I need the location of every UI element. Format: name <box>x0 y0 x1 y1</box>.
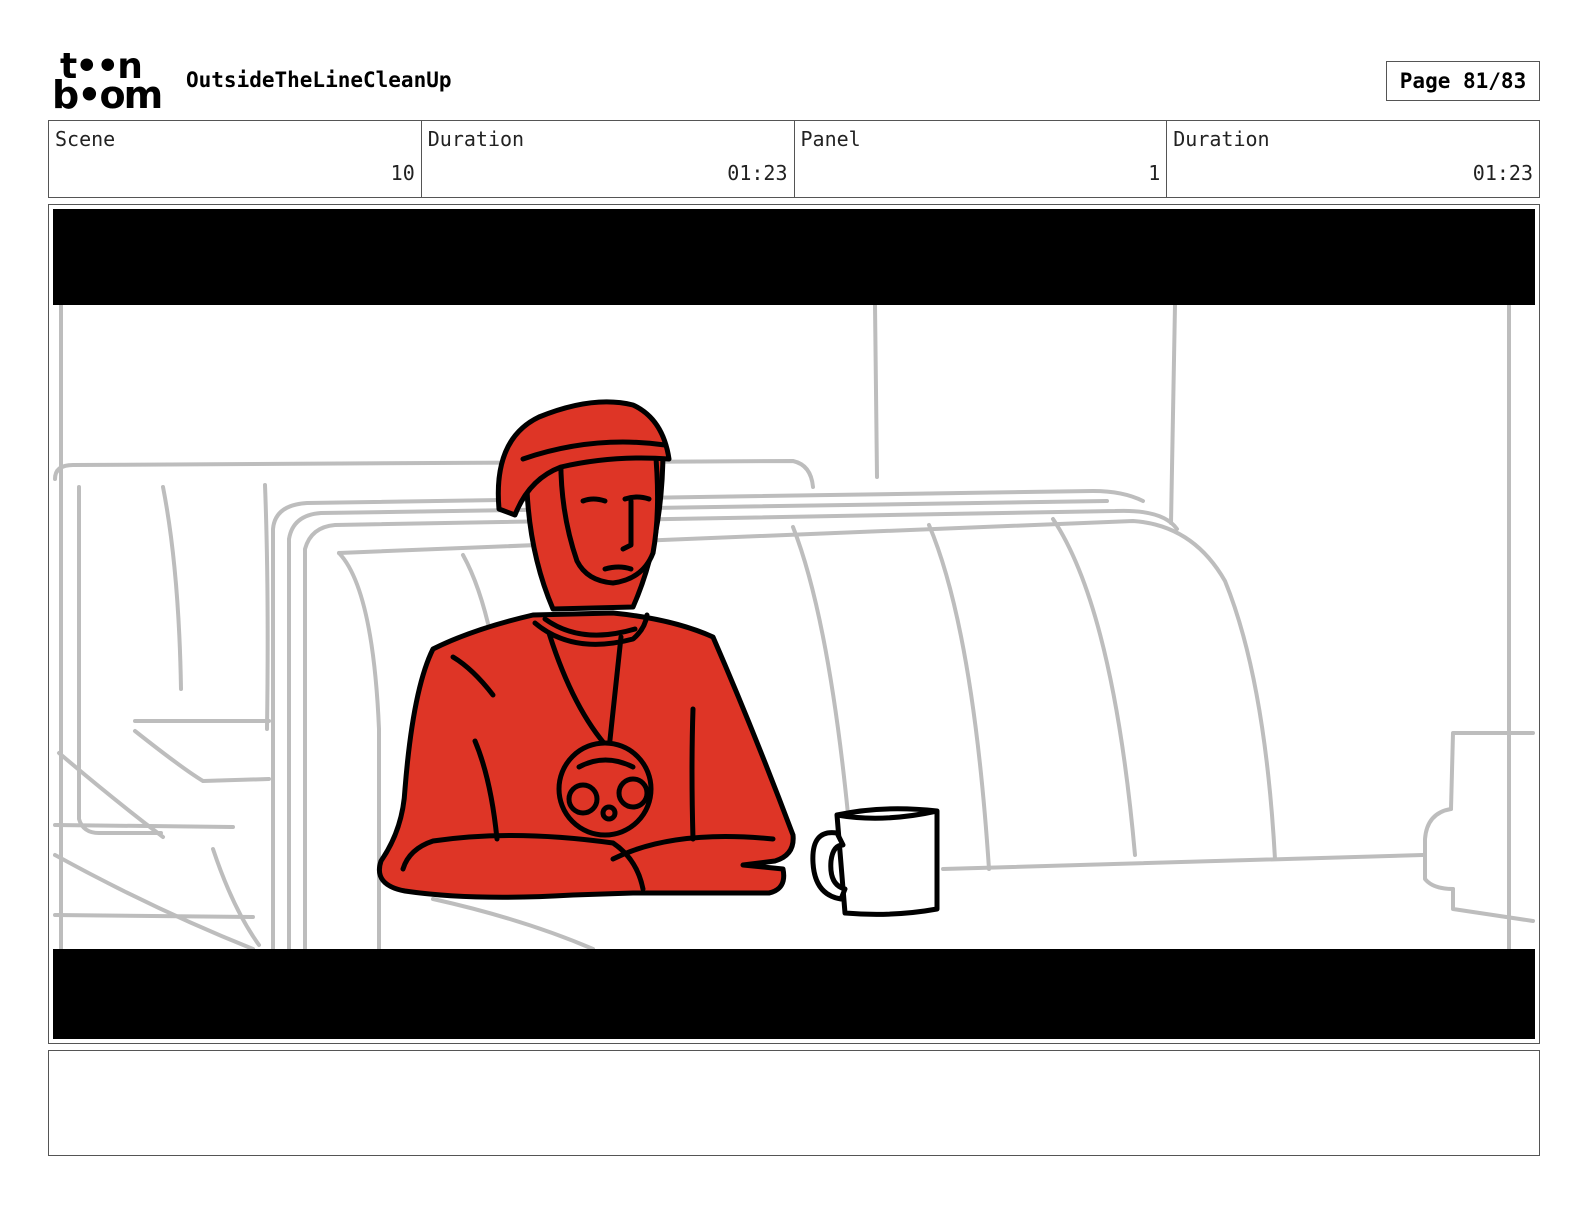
letterbox-top <box>53 209 1535 305</box>
scene-duration-cell: Duration 01:23 <box>422 121 795 197</box>
panel-background <box>53 209 1535 1039</box>
toonboom-logo: t••n b•om <box>52 49 164 117</box>
logo-bottom-text: b•om <box>52 73 163 117</box>
storyboard-panel-frame <box>48 204 1540 1044</box>
scene-label: Scene <box>55 127 116 151</box>
storyboard-drawing <box>53 209 1535 1039</box>
letterbox-bottom <box>53 949 1535 1039</box>
panel-duration-cell: Duration 01:23 <box>1167 121 1539 197</box>
panel-value: 1 <box>1148 161 1161 185</box>
panel-cell: Panel 1 <box>795 121 1168 197</box>
panel-duration-value: 01:23 <box>1472 161 1533 185</box>
page-indicator: Page 81/83 <box>1386 61 1540 101</box>
scene-duration-value: 01:23 <box>727 161 788 185</box>
scene-duration-label: Duration <box>427 127 525 151</box>
scene-info-table: Scene 10 Duration 01:23 Panel 1 Duration… <box>48 120 1540 198</box>
panel-label: Panel <box>800 127 861 151</box>
project-title: OutsideTheLineCleanUp <box>186 68 452 92</box>
scene-cell: Scene 10 <box>49 121 422 197</box>
scene-value: 10 <box>390 161 415 185</box>
panel-notes-box <box>48 1050 1540 1156</box>
panel-duration-label: Duration <box>1173 127 1270 151</box>
